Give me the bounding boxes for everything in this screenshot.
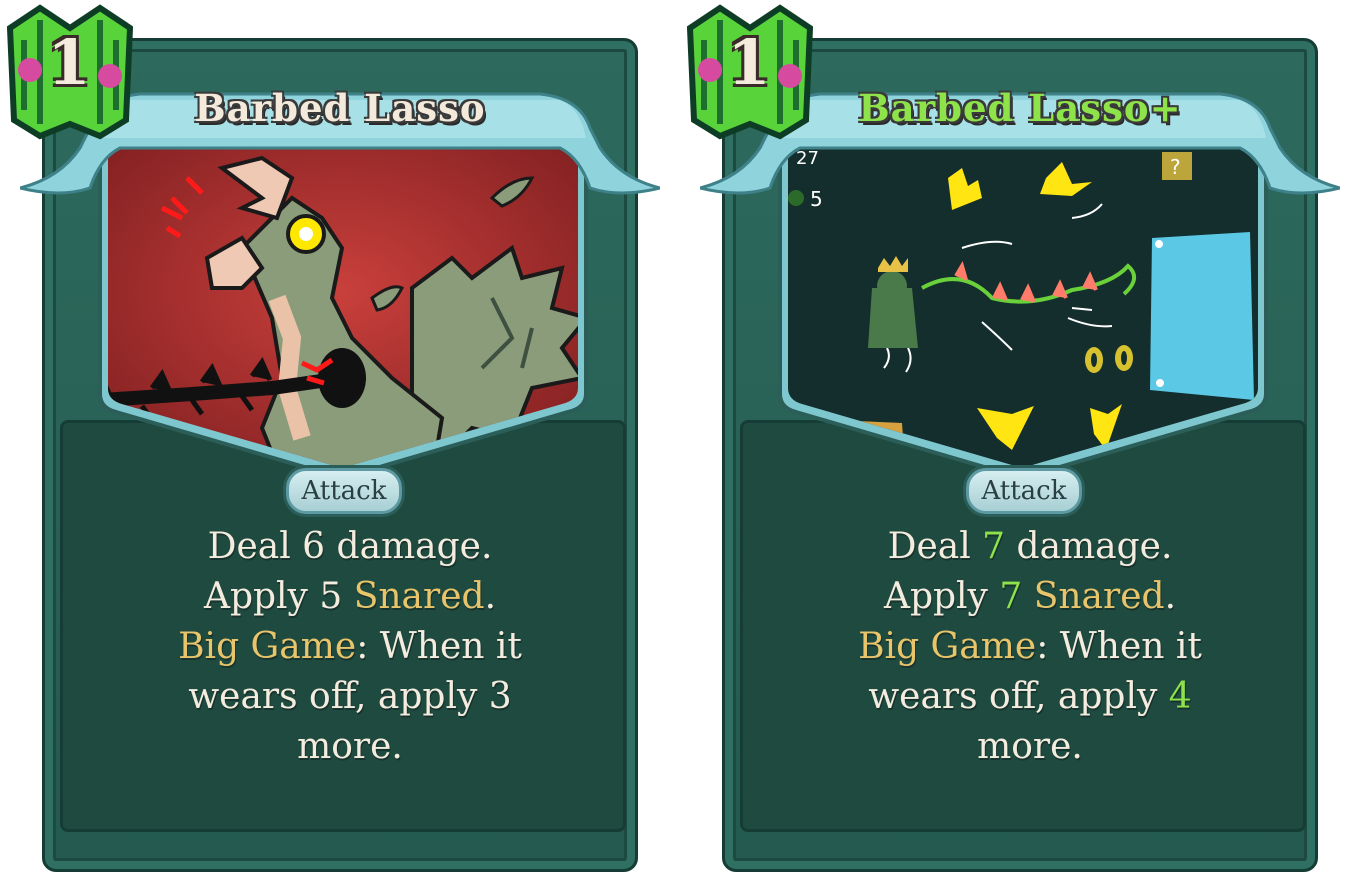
- card-cost: 1: [47, 26, 91, 99]
- card-type-label: Attack: [286, 468, 402, 514]
- damage-value: 7: [982, 526, 1006, 567]
- extra-snared-value: 3: [488, 676, 512, 717]
- keyword-snared: Snared: [353, 576, 485, 617]
- desc-line-3: Big Game: When it: [178, 626, 522, 667]
- card-title: Barbed Lasso: [194, 86, 486, 130]
- card-title: Barbed Lasso+: [858, 86, 1182, 130]
- energy-gem-icon: 1: [680, 0, 820, 140]
- card-barbed-lasso-upgraded[interactable]: 27 5 ? Barbed Lasso+ 1 Attack Deal 7 dam…: [680, 0, 1340, 874]
- desc-line-5: more.: [977, 726, 1083, 767]
- card-description: Deal 6 damage. Apply 5 Snared. Big Game:…: [110, 522, 590, 772]
- desc-line-5: more.: [297, 726, 403, 767]
- damage-value: 6: [302, 526, 326, 567]
- desc-line-1: Deal 7 damage.: [887, 526, 1173, 567]
- card-barbed-lasso[interactable]: Barbed Lasso 1 Attack Deal 6 damage. App…: [0, 0, 660, 874]
- desc-line-3: Big Game: When it: [858, 626, 1202, 667]
- desc-line-4: wears off, apply 3: [188, 676, 512, 717]
- desc-line-4: wears off, apply 4: [868, 676, 1192, 717]
- blue-block: [1150, 232, 1254, 400]
- extra-snared-value: 4: [1168, 676, 1192, 717]
- card-description: Deal 7 damage. Apply 7 Snared. Big Game:…: [790, 522, 1270, 772]
- snared-value: 7: [999, 576, 1023, 617]
- desc-line-2: Apply 5 Snared.: [203, 576, 497, 617]
- energy-gem-icon: 1: [0, 0, 140, 140]
- desc-line-1: Deal 6 damage.: [207, 526, 493, 567]
- card-type-label: Attack: [966, 468, 1082, 514]
- desc-line-2: Apply 7 Snared.: [883, 576, 1177, 617]
- keyword-big-game: Big Game: [858, 626, 1037, 667]
- snared-value: 5: [319, 576, 343, 617]
- keyword-snared: Snared: [1033, 576, 1165, 617]
- keyword-big-game: Big Game: [178, 626, 357, 667]
- card-cost: 1: [727, 26, 771, 99]
